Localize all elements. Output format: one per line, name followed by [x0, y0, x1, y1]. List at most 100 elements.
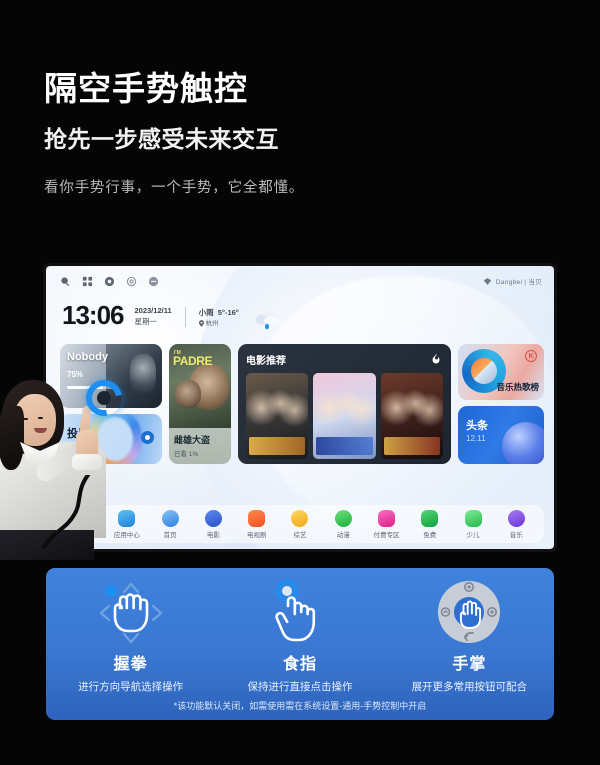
nav-label: 综艺: [293, 531, 307, 539]
gesture-title: 手掌: [452, 656, 487, 673]
card-movies-title: 电影推荐: [246, 356, 286, 367]
tv-top-icon-bar: [60, 276, 159, 287]
nav-label: 付费专区: [373, 531, 400, 539]
gesture-palm: 手掌 展开更多常用按钮可配合: [385, 578, 554, 694]
location-label: 杭州: [205, 319, 219, 327]
gesture-desc: 保持进行直接点击操作: [247, 681, 353, 693]
nav-label: 免费: [423, 531, 437, 539]
card-news[interactable]: 头条 12.11: [458, 406, 544, 464]
nav-item-free[interactable]: 免费: [410, 509, 450, 539]
nav-item-home[interactable]: 首页: [150, 509, 190, 539]
card-padre-subtitle: 已看 1%: [174, 451, 199, 458]
poster-face-art-2: [175, 380, 201, 408]
search-icon[interactable]: [60, 276, 71, 287]
gesture-info-panel: 握拳 进行方向导航选择操作 食指 保持进行直接点击操作 手掌 展开更多常用按钮可…: [46, 568, 554, 720]
nav-label: 少儿: [466, 531, 480, 539]
palm-remote-icon: [385, 578, 554, 648]
flame-icon: [432, 353, 440, 364]
nav-item-vip[interactable]: 付费专区: [366, 509, 406, 539]
cable-overlay: [42, 475, 90, 549]
star-icon: [291, 509, 309, 527]
weather-location: 杭州: [198, 319, 239, 328]
gesture-index-finger: 食指 保持进行直接点击操作: [215, 578, 384, 694]
weather-summary: 小雨 5°-16°: [199, 308, 239, 319]
gesture-desc: 进行方向导航选择操作: [78, 681, 184, 693]
free-icon: [421, 509, 439, 527]
nav-item-movies[interactable]: 电影: [193, 509, 233, 539]
movie-poster-row: [246, 373, 443, 459]
tv-screen: Dangbei | 当贝 13:06 2023/12/11 星期一 小雨 5°-…: [46, 266, 554, 549]
nav-label: 首页: [163, 531, 177, 539]
nav-label: 音乐: [509, 531, 523, 539]
movie-poster[interactable]: [313, 373, 376, 459]
card-padre-poster: [169, 344, 231, 428]
cast-badge-icon: [141, 431, 154, 444]
home-play-icon: [161, 509, 179, 527]
date-value: 2023/12/11: [134, 306, 172, 316]
apps-grid-icon[interactable]: [82, 276, 93, 287]
page-title: 隔空手势触控: [44, 70, 248, 107]
dangbei-diamond-icon: [483, 277, 492, 285]
nav-label: 电视剧: [246, 531, 267, 539]
gesture-footnote: *该功能默认关闭，如需使用需在系统设置-通用-手势控制中开启: [173, 701, 427, 711]
promo-page: 隔空手势触控 抢先一步感受未来交互 看你手势行事，一个手势，它全都懂。 Dang…: [0, 0, 600, 765]
fist-icon: [46, 578, 215, 648]
brand-label: Dangbei | 当贝: [495, 279, 542, 286]
music-headphone-icon: [507, 509, 525, 527]
karaoke-badge-icon: K: [525, 350, 537, 362]
nav-item-anime[interactable]: 动漫: [323, 509, 363, 539]
kids-icon: [464, 509, 482, 527]
card-music-chart[interactable]: K 音乐热歌榜: [458, 344, 544, 400]
movie-poster[interactable]: [380, 373, 443, 459]
divider: [184, 307, 186, 327]
page-tagline: 看你手势行事，一个手势，它全都懂。: [44, 179, 305, 196]
card-music-title: 音乐热歌榜: [496, 382, 539, 392]
more-icon[interactable]: [148, 276, 159, 287]
nav-item-app-center[interactable]: 应用中心: [107, 509, 147, 539]
tv-bottom-nav: 我的 应用中心 首页 电影 电视剧: [56, 505, 544, 543]
rain-cloud-icon: [255, 311, 278, 330]
clock-time: 13:06: [62, 300, 124, 330]
nav-label: 电影: [206, 531, 220, 539]
nav-item-music[interactable]: 音乐: [496, 509, 536, 539]
card-movie-recommendations[interactable]: 电影推荐: [238, 344, 451, 464]
gesture-cursor-ring: [78, 372, 130, 424]
card-news-date: 12.11: [466, 434, 486, 443]
gesture-columns: 握拳 进行方向导航选择操作 食指 保持进行直接点击操作 手掌 展开更多常用按钮可…: [46, 578, 554, 694]
right-card-column: K 音乐热歌榜 头条 12.11: [458, 344, 544, 464]
card-padre[interactable]: 雌雄大盗 已看 1%: [169, 344, 231, 464]
movie-poster[interactable]: [246, 373, 309, 459]
news-globe-art: [502, 422, 544, 464]
record-icon[interactable]: [104, 276, 115, 287]
weekday-value: 星期一: [134, 317, 158, 327]
card-padre-title: 雌雄大盗: [174, 435, 211, 445]
nav-label: 动漫: [336, 531, 350, 539]
vip-icon: [377, 509, 395, 527]
nav-item-tv-series[interactable]: 电视剧: [237, 509, 277, 539]
tv-screenshot: Dangbei | 当贝 13:06 2023/12/11 星期一 小雨 5°-…: [43, 263, 557, 552]
index-finger-icon: [215, 578, 384, 648]
tv-clock-row: 13:06 2023/12/11 星期一 小雨 5°-16° 杭州: [62, 300, 280, 330]
gesture-title: 食指: [282, 656, 317, 673]
nav-label: 应用中心: [113, 531, 140, 539]
headings-block: 隔空手势触控 抢先一步感受未来交互 看你手势行事，一个手势，它全都懂。: [44, 70, 564, 197]
tv-card-area: Nobody 75% 投屏 多屏互动: [60, 344, 544, 464]
weather-temp: 5°-16°: [217, 307, 239, 317]
card-nobody-title: Nobody: [67, 351, 108, 363]
nav-item-kids[interactable]: 少儿: [453, 509, 493, 539]
settings-gear-icon[interactable]: [126, 276, 137, 287]
nav-item-variety[interactable]: 综艺: [280, 509, 320, 539]
tv-icon: [248, 509, 266, 527]
presenter-hair-side: [0, 406, 24, 470]
gesture-title: 握拳: [113, 656, 148, 673]
anime-icon: [334, 509, 352, 527]
presenter-pointing-hand: [72, 405, 102, 470]
location-pin-icon: [198, 319, 204, 327]
brand-mark: Dangbei | 当贝: [483, 276, 542, 286]
date-block: 2023/12/11 星期一: [135, 306, 172, 328]
gesture-desc: 展开更多常用按钮可配合: [411, 681, 528, 693]
weather-desc: 小雨: [198, 307, 214, 317]
card-nobody-progress-label: 75%: [67, 370, 84, 379]
card-news-title: 头条: [466, 420, 488, 432]
film-reel-icon: [204, 509, 222, 527]
